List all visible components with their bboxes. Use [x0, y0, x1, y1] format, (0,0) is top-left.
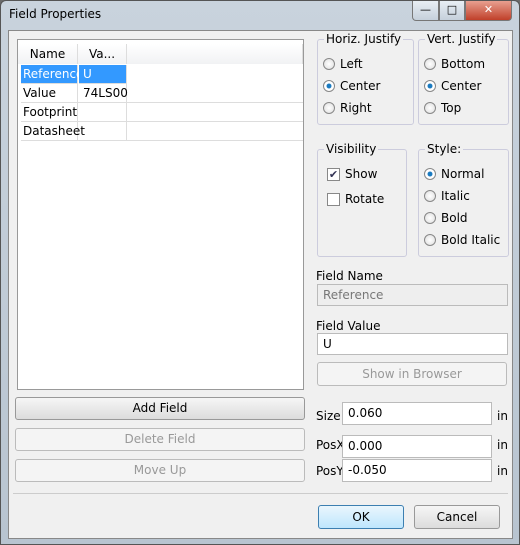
rotate-checkbox[interactable]: Rotate	[327, 192, 384, 206]
cancel-button[interactable]: Cancel	[414, 505, 500, 529]
field-value-label: Field Value	[316, 319, 381, 333]
cell-name[interactable]: Footprint	[21, 103, 78, 122]
vert-justify-label: Vert. Justify	[425, 32, 498, 46]
radio-italic[interactable]: Italic	[424, 189, 470, 203]
fields-table[interactable]: Name Va... Reference U Value 74LS00 Foot…	[17, 39, 304, 390]
field-value-input[interactable]: U	[317, 333, 508, 355]
column-header-name[interactable]: Name	[18, 44, 78, 64]
radio-left[interactable]: Left	[323, 57, 363, 71]
posy-unit: in	[497, 464, 508, 478]
size-label: Size	[316, 409, 341, 423]
radio-top[interactable]: Top	[424, 101, 461, 115]
horiz-justify-group: Horiz. Justify Left Center Right	[317, 32, 414, 125]
radio-icon	[424, 58, 436, 70]
posx-unit: in	[497, 438, 508, 452]
show-in-browser-button[interactable]: Show in Browser	[317, 362, 507, 386]
cell-empty	[127, 84, 303, 103]
radio-label: Left	[340, 57, 363, 71]
cell-empty	[127, 103, 303, 122]
horiz-justify-label: Horiz. Justify	[324, 32, 404, 46]
vert-justify-group: Vert. Justify Bottom Center Top	[418, 32, 509, 125]
radio-selected-icon	[323, 80, 335, 92]
move-up-button[interactable]: Move Up	[15, 459, 305, 482]
radio-label: Center	[340, 79, 381, 93]
radio-label: Bold Italic	[441, 233, 501, 247]
posy-label: PosY	[316, 464, 344, 478]
radio-icon	[424, 190, 436, 202]
cell-name[interactable]: Reference	[21, 65, 83, 84]
field-name-input[interactable]: Reference	[317, 284, 508, 306]
radio-icon	[323, 102, 335, 114]
checkmark-icon: ✔	[327, 167, 340, 181]
cell-name[interactable]: Value	[21, 84, 78, 103]
radio-label: Center	[441, 79, 482, 93]
style-label: Style:	[425, 142, 464, 156]
radio-label: Top	[441, 101, 462, 115]
radio-bold[interactable]: Bold	[424, 211, 468, 225]
checkbox-label: Show	[345, 167, 378, 181]
radio-normal[interactable]: Normal	[424, 167, 484, 181]
radio-label: Bold	[441, 211, 468, 225]
radio-label: Normal	[441, 167, 485, 181]
visibility-group: Visibility ✔ Show Rotate	[317, 142, 407, 257]
style-group: Style: Normal Italic Bold Bold Italic	[418, 142, 509, 257]
radio-icon	[424, 234, 436, 246]
cell-value[interactable]: 74LS00	[78, 84, 128, 103]
column-header-value[interactable]: Va...	[78, 44, 127, 64]
divider	[13, 493, 508, 494]
dialog-window: Field Properties — □ ✕ Name Va... Refere…	[0, 0, 520, 545]
posx-input[interactable]: 0.000	[342, 435, 492, 458]
radio-center[interactable]: Center	[424, 79, 481, 93]
radio-center[interactable]: Center	[323, 79, 380, 93]
radio-icon	[323, 58, 335, 70]
radio-right[interactable]: Right	[323, 101, 372, 115]
add-field-button[interactable]: Add Field	[15, 397, 305, 420]
radio-label: Bottom	[441, 57, 486, 71]
cell-value[interactable]	[78, 103, 127, 122]
radio-icon	[424, 212, 436, 224]
checkbox-label: Rotate	[345, 192, 385, 206]
radio-label: Right	[340, 101, 372, 115]
show-checkbox[interactable]: ✔ Show	[327, 167, 377, 181]
column-header-empty	[127, 44, 303, 64]
cell-value[interactable]	[78, 122, 127, 141]
maximize-button[interactable]: □	[439, 1, 465, 21]
posx-label: PosX	[316, 438, 345, 452]
visibility-label: Visibility	[324, 142, 379, 156]
dialog-body: Name Va... Reference U Value 74LS00 Foot…	[8, 30, 513, 539]
close-button[interactable]: ✕	[465, 1, 512, 21]
size-unit: in	[497, 409, 508, 423]
minimize-button[interactable]: —	[412, 1, 439, 21]
checkbox-empty-icon	[327, 192, 340, 206]
radio-selected-icon	[424, 80, 436, 92]
cell-name[interactable]: Datasheet	[21, 122, 85, 141]
radio-selected-icon	[424, 168, 436, 180]
ok-button[interactable]: OK	[318, 505, 404, 529]
radio-bottom[interactable]: Bottom	[424, 57, 485, 71]
cell-empty	[127, 122, 303, 141]
radio-label: Italic	[441, 189, 470, 203]
delete-field-button[interactable]: Delete Field	[15, 428, 305, 451]
size-input[interactable]: 0.060	[342, 402, 492, 425]
cell-value[interactable]: U	[79, 65, 127, 84]
radio-bold-italic[interactable]: Bold Italic	[424, 233, 500, 247]
field-name-label: Field Name	[316, 269, 383, 283]
posy-input[interactable]: -0.050	[342, 459, 492, 482]
radio-icon	[424, 102, 436, 114]
window-title: Field Properties	[9, 7, 102, 21]
